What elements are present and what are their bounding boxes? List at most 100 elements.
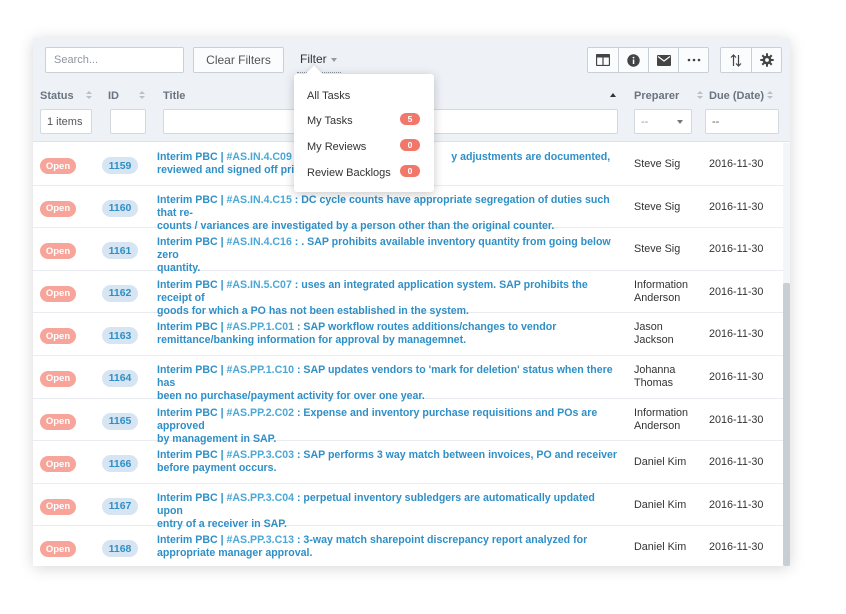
search-input[interactable] (45, 47, 184, 73)
task-code-link[interactable]: #AS.IN.5.C07 (226, 279, 291, 291)
id-filter-input[interactable] (110, 109, 146, 134)
task-code-link[interactable]: #AS.IN.4.C09 (226, 151, 291, 163)
column-title-label: Title (163, 90, 186, 102)
column-header-id[interactable]: ID (108, 90, 119, 102)
task-code-link[interactable]: #AS.PP.1.C10 (226, 364, 294, 376)
task-id-badge[interactable]: 1165 (102, 412, 138, 430)
info-icon[interactable] (618, 48, 648, 72)
task-title-link[interactable]: Interim PBC | #AS.PP.3.C04 : perpetual i… (157, 492, 619, 531)
task-code-link[interactable]: #AS.PP.3.C04 (226, 492, 294, 504)
sort-id-icon[interactable] (138, 91, 146, 101)
status-badge: Open (40, 370, 76, 387)
task-title-line1: : 3-way match sharepoint discrepancy rep… (294, 534, 588, 547)
chevron-down-icon (677, 120, 683, 124)
task-title-link[interactable]: Interim PBC | #AS.PP.1.C10 : SAP updates… (157, 364, 619, 403)
preparer-filter-value: -- (641, 115, 649, 128)
task-title-link[interactable]: Interim PBC | #AS.IN.5.C07 : uses an int… (157, 279, 619, 318)
task-title-line1-tail: y adjustments are documented, (451, 151, 611, 163)
task-title-prefix: Interim PBC | (157, 236, 227, 249)
review-backlogs-count-badge: 0 (400, 165, 420, 177)
table-row[interactable]: Open 1162 Interim PBC | #AS.IN.5.C07 : use… (33, 271, 783, 317)
table-row[interactable]: Open 1165 Interim PBC | #AS.PP.2.C02 : Exp… (33, 399, 783, 445)
filter-menu-item-review-backlogs[interactable]: Review Backlogs (307, 167, 391, 179)
filter-menu-item-my-tasks[interactable]: My Tasks (307, 115, 353, 127)
due-date: 2016-11-30 (709, 456, 764, 469)
sort-status-icon[interactable] (85, 91, 93, 101)
task-id-badge[interactable]: 1159 (102, 157, 138, 174)
status-badge: Open (40, 541, 76, 558)
task-title-link[interactable]: Interim PBC | #AS.PP.1.C01 : SAP workflo… (157, 321, 619, 347)
filter-menu-item-all-tasks[interactable]: All Tasks (307, 90, 350, 102)
status-badge: Open (40, 243, 76, 260)
task-id-badge[interactable]: 1163 (102, 327, 138, 345)
due-date: 2016-11-30 (709, 498, 764, 511)
task-id-badge[interactable]: 1167 (102, 497, 138, 515)
preparer-filter-select[interactable]: -- (634, 109, 692, 134)
table-view-icon[interactable] (588, 48, 618, 72)
due-date: 2016-11-30 (709, 200, 764, 213)
table-row[interactable]: Open 1167 Interim PBC | #AS.PP.3.C04 : per… (33, 484, 783, 530)
task-title-link[interactable]: Interim PBC | #AS.PP.3.C13 : 3-way match… (157, 534, 619, 560)
status-badge: Open (40, 200, 76, 217)
status-filter-select[interactable]: 1 items (40, 109, 92, 134)
task-title-line2: before payment occurs. (157, 462, 277, 475)
column-header-preparer[interactable]: Preparer (634, 90, 679, 102)
due-date: 2016-11-30 (709, 541, 764, 554)
preparer-name: Information Anderson (634, 278, 689, 304)
mail-icon[interactable] (648, 48, 678, 72)
table-row[interactable]: Open 1163 Interim PBC | #AS.PP.1.C01 : SAP… (33, 313, 783, 356)
scrollbar[interactable] (783, 143, 790, 566)
task-code-link[interactable]: #AS.PP.3.C13 (226, 534, 294, 546)
table-row[interactable]: Open 1166 Interim PBC | #AS.PP.3.C03 : SAP… (33, 441, 783, 484)
view-actions-group (587, 47, 709, 73)
column-due-label: Due (Date) (709, 90, 765, 102)
task-title-prefix: Interim PBC | (157, 278, 227, 291)
task-code-link[interactable]: #AS.PP.1.C01 (226, 321, 294, 333)
sort-preparer-icon[interactable] (696, 91, 704, 101)
sort-ascending-icon[interactable] (610, 93, 616, 97)
clear-filters-button[interactable]: Clear Filters (193, 47, 284, 73)
sort-icon[interactable] (721, 48, 751, 72)
status-badge: Open (40, 285, 76, 302)
task-code-link[interactable]: #AS.PP.3.C03 (226, 449, 294, 461)
task-title-link[interactable]: Interim PBC | #AS.IN.4.C15 : DC cycle co… (157, 194, 619, 233)
column-header-due[interactable]: Due (Date) (709, 90, 764, 102)
task-id-badge[interactable]: 1164 (102, 369, 138, 387)
due-date: 2016-11-30 (709, 413, 764, 426)
status-badge: Open (40, 413, 76, 430)
task-title-prefix: Interim PBC | (157, 321, 227, 334)
task-title-link[interactable]: Interim PBC | #AS.PP.3.C03 : SAP perform… (157, 449, 619, 475)
table-row[interactable]: Open 1164 Interim PBC | #AS.PP.1.C10 : SAP… (33, 356, 783, 402)
settings-actions-group (720, 47, 782, 73)
task-code-link[interactable]: #AS.PP.2.C02 (226, 407, 294, 419)
status-badge: Open (40, 328, 76, 345)
sort-due-icon[interactable] (766, 91, 774, 101)
column-header-status[interactable]: Status (40, 90, 74, 102)
filter-menu: All Tasks My Tasks 5 My Reviews 0 Review… (294, 65, 434, 192)
task-id-badge[interactable]: 1160 (102, 199, 138, 217)
due-date: 2016-11-30 (709, 243, 764, 256)
table-row[interactable]: Open 1168 Interim PBC | #AS.PP.3.C13 : 3-w… (33, 526, 783, 566)
task-title-prefix: Interim PBC | (157, 406, 227, 419)
due-filter-value: -- (712, 115, 720, 128)
task-title-link[interactable]: Interim PBC | #AS.PP.2.C02 : Expense and… (157, 407, 619, 446)
more-icon[interactable] (678, 48, 708, 72)
gear-icon[interactable] (751, 48, 781, 72)
task-id-badge[interactable]: 1162 (102, 284, 138, 302)
task-code-link[interactable]: #AS.IN.4.C16 (226, 236, 291, 248)
task-id-badge[interactable]: 1168 (102, 540, 138, 558)
column-header-title[interactable]: Title (163, 90, 185, 102)
filter-dropdown-toggle[interactable]: Filter (300, 52, 337, 66)
preparer-name: Daniel Kim (634, 456, 687, 469)
due-filter-input[interactable]: -- (705, 109, 779, 134)
table-row[interactable]: Open 1161 Interim PBC | #AS.IN.4.C16 : . S… (33, 228, 783, 274)
task-code-link[interactable]: #AS.IN.4.C15 (226, 194, 291, 206)
task-title-link[interactable]: Interim PBC | #AS.IN.4.C16 : . SAP prohi… (157, 236, 619, 275)
status-badge: Open (40, 158, 76, 174)
column-id-label: ID (108, 90, 119, 102)
task-title-prefix: Interim PBC | (157, 193, 227, 206)
filter-menu-item-my-reviews[interactable]: My Reviews (307, 141, 366, 153)
task-id-badge[interactable]: 1166 (102, 455, 138, 473)
task-id-badge[interactable]: 1161 (102, 242, 138, 260)
scrollbar-thumb[interactable] (783, 283, 790, 566)
